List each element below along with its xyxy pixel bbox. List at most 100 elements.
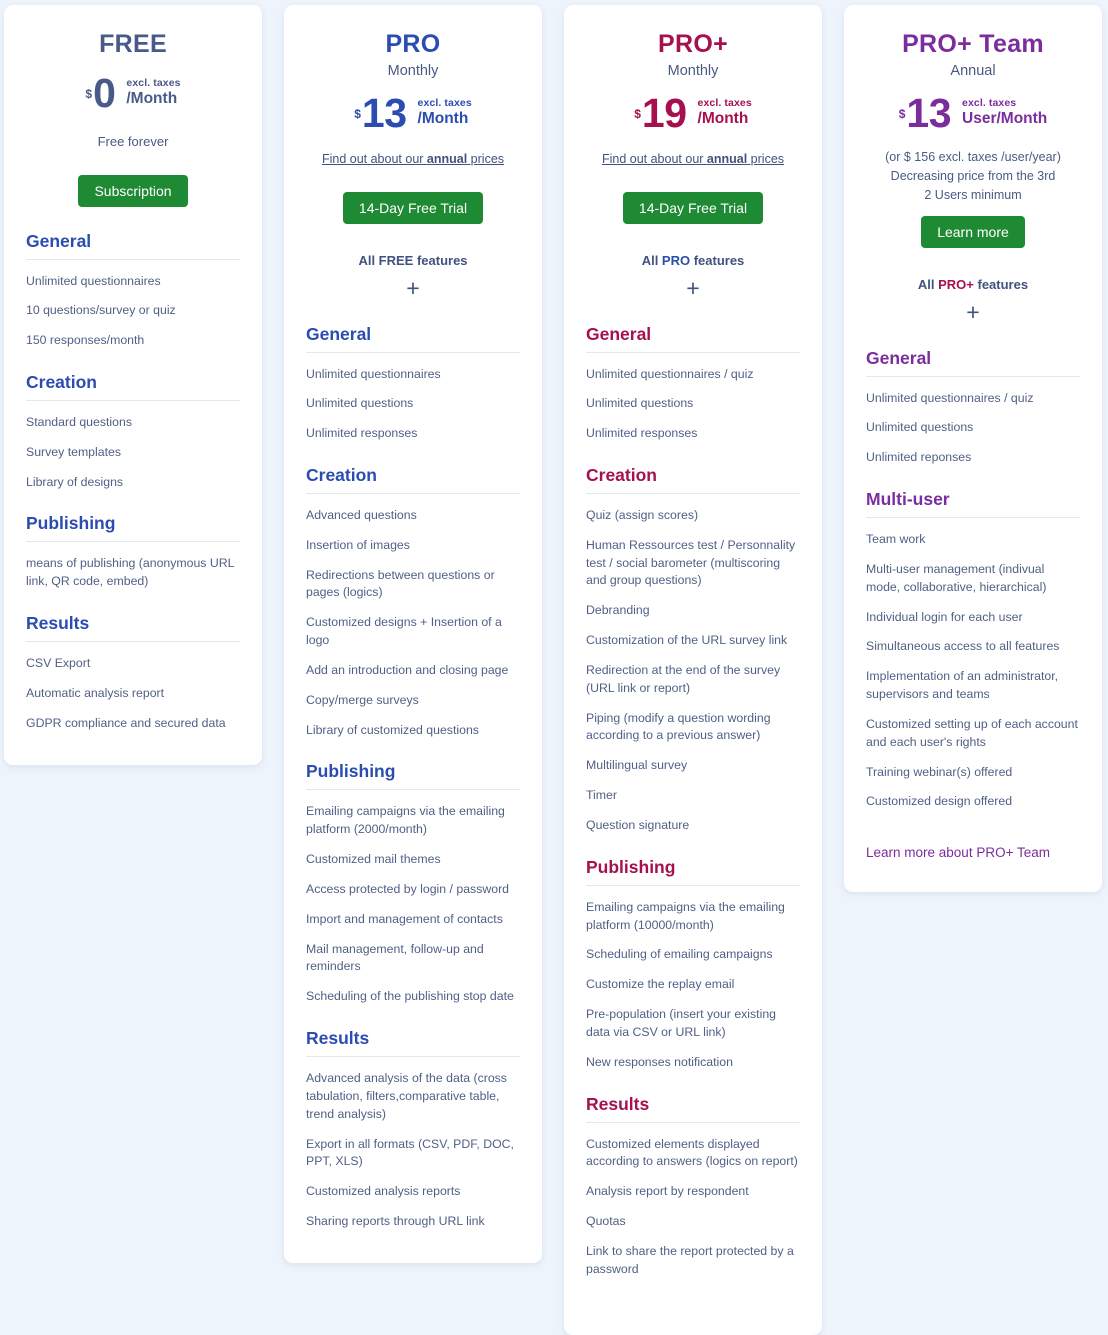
price-tax-note-proplus: excl. taxes: [697, 97, 752, 110]
feature-item: Training webinar(s) offered: [866, 764, 1013, 779]
feature-item: Scheduling of the publishing stop date: [306, 989, 514, 1004]
feature-item: Customized designs + Insertion of a logo: [306, 615, 502, 648]
learn-more-button[interactable]: Learn more: [921, 215, 1025, 248]
feature-item: Advanced questions: [306, 507, 417, 522]
features-free: General Unlimited questionnaires 10 ques…: [26, 231, 240, 733]
price-tax-note-free: excl. taxes: [126, 77, 181, 90]
feature-section: Creation Standard questions Survey templ…: [26, 372, 240, 491]
includes-prefix: All: [358, 252, 379, 268]
price-row-pro: $ 13 excl. taxes /Month: [306, 89, 520, 136]
team-note-annual: (or $ 156 excl. taxes /user/year): [885, 149, 1061, 164]
feature-item: Customized setting up of each account an…: [866, 716, 1078, 749]
feature-item: Unlimited responses: [306, 426, 418, 441]
feature-item: Add an introduction and closing page: [306, 662, 509, 677]
price-period-pro: /Month: [417, 110, 469, 128]
includes-highlight: FREE: [378, 252, 414, 268]
includes-suffix: features: [973, 276, 1029, 292]
features-team: General Unlimited questionnaires / quiz …: [866, 348, 1080, 812]
feature-item: GDPR compliance and secured data: [26, 715, 226, 730]
feature-item: Access protected by login / password: [306, 881, 510, 896]
includes-highlight: PRO+: [938, 276, 974, 292]
feature-item: Customized elements displayed according …: [586, 1136, 798, 1169]
feature-section: Results CSV Export Automatic analysis re…: [26, 613, 240, 732]
feature-section-title: Results: [306, 1028, 520, 1058]
learn-more-about-team-link[interactable]: Learn more about PRO+ Team: [866, 845, 1080, 860]
feature-item: Simultaneous access to all features: [866, 639, 1060, 654]
price-meta-pro: excl. taxes /Month: [417, 98, 472, 128]
feature-section-title: General: [866, 348, 1080, 377]
plan-title-pro: PRO: [385, 30, 441, 58]
feature-item: Question signature: [586, 817, 690, 832]
feature-section: Creation Quiz (assign scores) Human Ress…: [586, 465, 800, 835]
feature-item: Copy/merge surveys: [306, 692, 419, 707]
plan-card-free: FREE $ 0 excl. taxes /Month Free forever…: [4, 5, 262, 765]
feature-item: New responses notification: [586, 1054, 733, 1069]
annual-link-text-after: prices: [467, 151, 505, 166]
feature-item: Standard questions: [26, 414, 132, 429]
annual-link-text-before: Find out about our: [321, 151, 427, 166]
includes-note-proplus: All PRO features: [586, 253, 800, 268]
includes-note-pro: All FREE features: [306, 253, 520, 268]
feature-item: Quotas: [586, 1214, 626, 1229]
feature-section-title: General: [586, 324, 800, 353]
feature-item: Unlimited questionnaires / quiz: [866, 390, 1034, 405]
feature-item: Advanced analysis of the data (cross tab…: [306, 1071, 507, 1121]
feature-section-title: Publishing: [306, 761, 520, 791]
price-meta-free: excl. taxes /Month: [126, 77, 181, 108]
feature-item: Import and management of contacts: [306, 911, 503, 926]
team-note-decreasing: Decreasing price from the 3rd: [890, 168, 1056, 183]
feature-item: Scheduling of emailing campaigns: [586, 947, 773, 962]
price-currency-pro: $: [354, 106, 361, 121]
annual-link-text-bold: annual: [706, 151, 748, 166]
price-currency-team: $: [898, 106, 906, 121]
plus-icon: +: [686, 274, 700, 301]
feature-item: Individual login for each user: [866, 609, 1023, 624]
price-amount-pro: 13: [361, 89, 407, 136]
cta-wrap-free: Subscription: [26, 149, 240, 207]
feature-section-title: General: [306, 324, 520, 353]
feature-item: Unlimited responses: [586, 426, 698, 441]
plan-card-pro: PRO Monthly $ 13 excl. taxes /Month Find…: [284, 5, 542, 1263]
feature-item: Customized analysis reports: [306, 1184, 461, 1199]
price-currency-proplus: $: [634, 106, 641, 121]
plan-card-proplus-team: PRO+ Team Annual $ 13 excl. taxes User/M…: [844, 5, 1102, 893]
feature-item: Library of designs: [26, 474, 124, 489]
feature-item: 150 responses/month: [26, 333, 145, 348]
feature-item: Unlimited questionnaires: [26, 273, 161, 288]
price-row-free: $ 0 excl. taxes /Month: [26, 72, 240, 114]
free-trial-button-pro[interactable]: 14-Day Free Trial: [342, 191, 484, 224]
feature-item: Unlimited questions: [306, 396, 414, 411]
team-note-minimum: 2 Users minimum: [924, 188, 1022, 203]
feature-item: Multi-user management (indivual mode, co…: [866, 561, 1047, 594]
feature-section: Creation Advanced questions Insertion of…: [306, 465, 520, 739]
feature-item: Automatic analysis report: [26, 685, 165, 700]
feature-item: Unlimited questionnaires / quiz: [586, 366, 754, 381]
feature-item: Link to share the report protected by a …: [586, 1243, 794, 1276]
feature-item: Redirections between questions or pages …: [306, 567, 495, 600]
plan-period-pro: Monthly: [387, 62, 439, 79]
annual-prices-link-proplus[interactable]: Find out about our annual prices: [586, 152, 800, 166]
feature-item: Mail management, follow-up and reminders: [306, 941, 484, 974]
price-row-proplus: $ 19 excl. taxes /Month: [586, 92, 800, 134]
feature-item: Unlimited questions: [866, 420, 974, 435]
feature-section-title: Results: [26, 613, 240, 643]
free-trial-button-proplus[interactable]: 14-Day Free Trial: [622, 191, 764, 224]
feature-section: General Unlimited questionnaires / quiz …: [586, 324, 800, 443]
price-currency-free: $: [85, 86, 93, 101]
feature-item: Customized mail themes: [306, 852, 441, 867]
annual-prices-link-pro[interactable]: Find out about our annual prices: [306, 152, 520, 166]
annual-link-text-after: prices: [747, 151, 785, 166]
subscription-button[interactable]: Subscription: [78, 174, 188, 207]
feature-item: Unlimited reponses: [866, 450, 972, 465]
feature-section-title: Creation: [586, 465, 800, 494]
feature-item: Human Ressources test / Personnality tes…: [586, 537, 796, 588]
includes-highlight: PRO: [661, 252, 691, 268]
feature-section-title: Creation: [306, 465, 520, 494]
feature-item: Debranding: [586, 603, 650, 618]
feature-item: Pre-population (insert your existing dat…: [586, 1007, 777, 1039]
feature-item: Export in all formats (CSV, PDF, DOC, PP…: [306, 1136, 514, 1169]
feature-item: CSV Export: [26, 656, 91, 671]
feature-section-title: General: [26, 231, 240, 260]
includes-suffix: features: [413, 252, 468, 268]
price-period-team: User/Month: [962, 110, 1048, 128]
